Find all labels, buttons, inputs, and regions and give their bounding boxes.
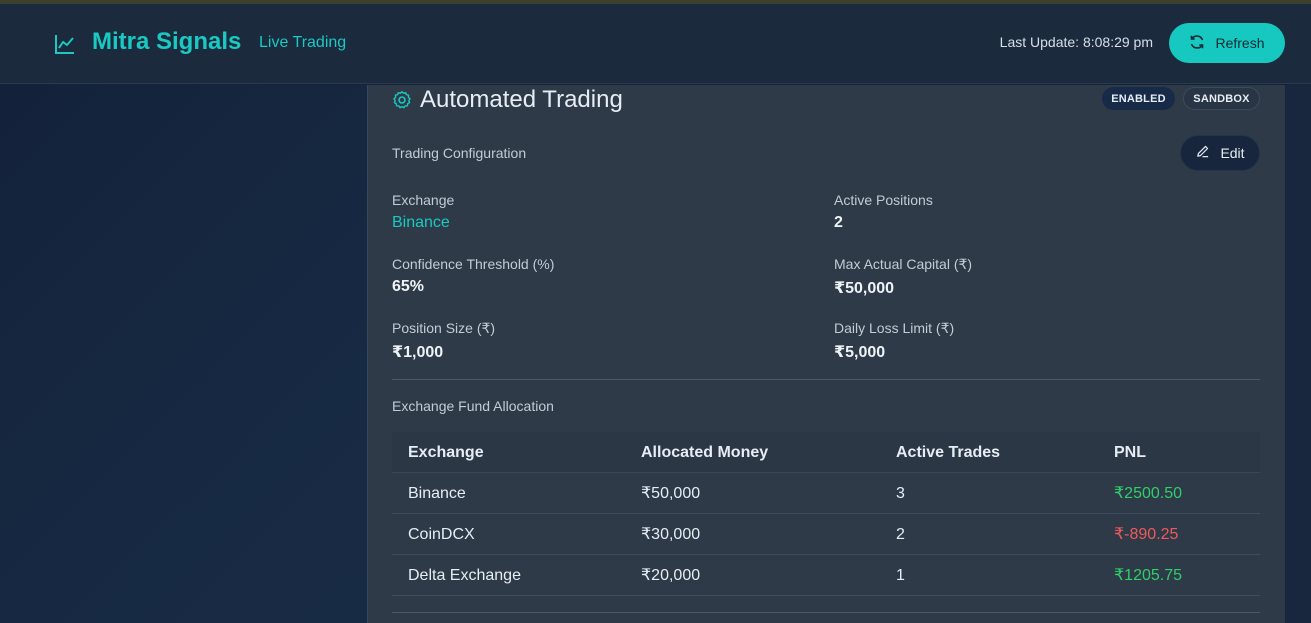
- exchange-label: Exchange: [392, 192, 455, 208]
- edit-button[interactable]: Edit: [1180, 135, 1260, 171]
- row-allocated-money: ₹50,000: [641, 485, 701, 502]
- table-row: Binance ₹50,000 3 ₹2500.50: [392, 473, 1260, 514]
- confidence-threshold-label: Confidence Threshold (%): [392, 256, 555, 272]
- refresh-label: Refresh: [1215, 35, 1265, 51]
- sandbox-badge: SANDBOX: [1183, 87, 1260, 110]
- edit-label: Edit: [1220, 145, 1245, 161]
- header-pnl: PNL: [1114, 444, 1146, 461]
- position-size-value: ₹1,000: [392, 344, 444, 361]
- confidence-threshold-value: 65%: [392, 278, 425, 295]
- trading-configuration-label: Trading Configuration: [392, 145, 527, 161]
- row-active-trades: 2: [896, 526, 905, 543]
- row-exchange: Delta Exchange: [408, 567, 521, 584]
- fund-allocation-label: Exchange Fund Allocation: [392, 398, 554, 414]
- table-row: Delta Exchange ₹20,000 1 ₹1205.75: [392, 555, 1260, 596]
- row-active-trades: 1: [896, 567, 905, 584]
- refresh-icon: [1189, 34, 1205, 53]
- max-capital-label: Max Actual Capital (₹): [834, 256, 973, 272]
- sidebar: [0, 85, 367, 623]
- pencil-icon: [1195, 144, 1210, 162]
- app-title: Mitra Signals: [92, 28, 242, 55]
- row-pnl: ₹2500.50: [1114, 485, 1183, 502]
- exchange-value: Binance: [392, 214, 450, 231]
- row-exchange: CoinDCX: [408, 526, 475, 543]
- main-background: [1285, 85, 1311, 623]
- row-exchange: Binance: [408, 485, 466, 502]
- position-size-label: Position Size (₹): [392, 320, 496, 336]
- section-divider: [392, 379, 1260, 380]
- table-row: CoinDCX ₹30,000 2 ₹-890.25: [392, 514, 1260, 555]
- row-pnl: ₹-890.25: [1114, 526, 1179, 543]
- daily-loss-limit-label: Daily Loss Limit (₹): [834, 320, 955, 336]
- row-pnl: ₹1205.75: [1114, 567, 1183, 584]
- last-update-text: Last Update: 8:08:29 pm: [999, 34, 1153, 50]
- table-header-row: Exchange Allocated Money Active Trades P…: [392, 432, 1260, 473]
- row-allocated-money: ₹20,000: [641, 567, 701, 584]
- table-bottom-divider: [392, 612, 1260, 613]
- enabled-badge: ENABLED: [1102, 87, 1175, 110]
- panel-title: Automated Trading: [420, 86, 623, 113]
- row-active-trades: 3: [896, 485, 905, 502]
- daily-loss-limit-value: ₹5,000: [834, 344, 886, 361]
- active-positions-value: 2: [834, 214, 843, 231]
- chart-line-icon: [54, 33, 76, 55]
- header-active-trades: Active Trades: [896, 444, 1001, 461]
- app-subtitle: Live Trading: [259, 34, 347, 51]
- fund-allocation-table: Exchange Allocated Money Active Trades P…: [392, 432, 1260, 596]
- header-allocated-money: Allocated Money: [641, 444, 769, 461]
- row-allocated-money: ₹30,000: [641, 526, 701, 543]
- max-capital-value: ₹50,000: [834, 280, 895, 297]
- active-positions-label: Active Positions: [834, 192, 933, 208]
- header-exchange: Exchange: [408, 444, 484, 461]
- refresh-button[interactable]: Refresh: [1169, 23, 1285, 63]
- gear-icon: [392, 90, 412, 110]
